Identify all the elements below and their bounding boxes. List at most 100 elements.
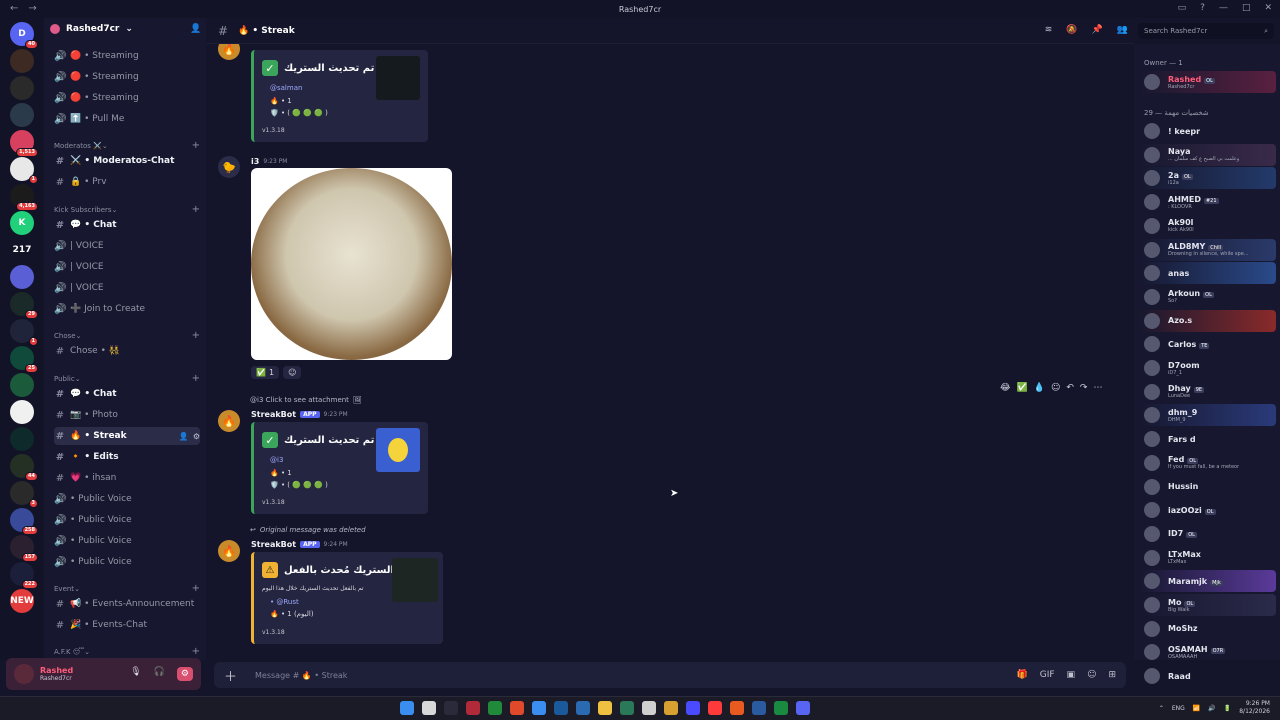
user-mention[interactable]: • @Rust: [270, 598, 299, 606]
apps-icon[interactable]: ⊞: [1108, 670, 1116, 680]
taskbar-app-icon[interactable]: [774, 701, 788, 715]
channel-item[interactable]: 🔊 🔴 • Streaming: [54, 47, 200, 65]
invite-icon[interactable]: 👤: [179, 432, 189, 441]
microphone-icon[interactable]: 🎙: [130, 667, 141, 681]
close-button[interactable]: ✕: [1264, 3, 1272, 13]
message-author[interactable]: i3 9:23 PM: [251, 157, 288, 166]
add-channel-icon[interactable]: +: [192, 330, 200, 341]
taskbar-app-icon[interactable]: [730, 701, 744, 715]
forward-icon[interactable]: ↷: [1080, 383, 1088, 393]
category-moderatos[interactable]: Moderatos ⚔️ ⌄ +: [54, 140, 200, 151]
taskbar-app-icon[interactable]: [686, 701, 700, 715]
guild-header[interactable]: Rashed7cr ⌄ 👤: [50, 24, 201, 34]
taskbar-app-icon[interactable]: [422, 701, 436, 715]
attach-plus-icon[interactable]: ＋: [224, 666, 237, 685]
taskbar-app-icon[interactable]: [488, 701, 502, 715]
taskbar-app-icon[interactable]: [620, 701, 634, 715]
add-channel-icon[interactable]: +: [192, 140, 200, 151]
bot-avatar[interactable]: 🔥: [218, 44, 240, 60]
more-options-icon[interactable]: ⋯: [1093, 383, 1102, 393]
channel-item[interactable]: 🔊 🔴 • Streaming: [54, 89, 200, 107]
settings-gear-icon[interactable]: ⚙: [176, 667, 193, 681]
member-item[interactable]: dhm_9 DHM_9: [1140, 404, 1276, 427]
channel-item[interactable]: # 💬 • Chat: [54, 216, 200, 234]
taskbar-app-icon[interactable]: [796, 701, 810, 715]
server-icon[interactable]: [10, 49, 34, 73]
member-item[interactable]: Azo.s: [1140, 309, 1276, 332]
category-afk[interactable]: A.F.K 😴 ⌄ +: [54, 646, 200, 657]
add-reaction-icon[interactable]: ☺: [1051, 383, 1060, 393]
member-item[interactable]: Ak90l kick Ak90l: [1140, 215, 1276, 237]
member-item[interactable]: Carlos TE: [1140, 333, 1276, 355]
add-friend-icon[interactable]: 👤: [190, 24, 201, 34]
help-icon[interactable]: ?: [1200, 3, 1205, 13]
server-icon[interactable]: 258: [10, 508, 38, 535]
tray-chevron-icon[interactable]: ⌃: [1159, 705, 1164, 712]
server-icon[interactable]: [10, 427, 34, 451]
channel-item[interactable]: 🔊 • Public Voice: [54, 511, 200, 529]
add-channel-icon[interactable]: +: [192, 204, 200, 215]
image-attachment[interactable]: [251, 168, 452, 360]
member-item[interactable]: OSAMAH O7R OSAMAAAH: [1140, 641, 1276, 663]
gif-icon[interactable]: GIF: [1040, 670, 1055, 680]
reply-icon[interactable]: ↶: [1066, 383, 1074, 393]
battery-icon[interactable]: 🔋: [1224, 705, 1231, 712]
channel-item[interactable]: # 🎉 • Events-Chat: [54, 616, 200, 634]
server-icon[interactable]: [10, 103, 34, 127]
taskbar-app-icon[interactable]: [554, 701, 568, 715]
threads-icon[interactable]: ≋: [1045, 25, 1053, 35]
channel-item[interactable]: # 📢 • Events-Announcement: [54, 595, 200, 613]
taskbar-app-icon[interactable]: [444, 701, 458, 715]
member-item[interactable]: ID7 OL: [1140, 523, 1276, 545]
channel-item[interactable]: # 💬 • Chat: [54, 385, 200, 403]
language-indicator[interactable]: ENG: [1172, 705, 1185, 712]
reply-reference[interactable]: @i3 Click to see attachment 🖼: [250, 396, 362, 404]
taskbar-app-icon[interactable]: [708, 701, 722, 715]
member-item[interactable]: iazOOzi OL: [1140, 499, 1276, 521]
server-icon[interactable]: [10, 76, 34, 100]
clock[interactable]: 9:26 PM 8/12/2026: [1239, 700, 1270, 716]
member-item[interactable]: MoShz: [1140, 618, 1276, 640]
taskbar-app-icon[interactable]: [664, 701, 678, 715]
reaction-check[interactable]: ✅ 1: [251, 366, 280, 379]
add-channel-icon[interactable]: +: [192, 373, 200, 384]
server-icon[interactable]: 3: [10, 481, 38, 508]
bot-avatar[interactable]: 🔥: [218, 540, 240, 562]
reply-reference[interactable]: ↩ Original message was deleted: [250, 526, 366, 534]
member-item[interactable]: Arkoun OL So?: [1140, 286, 1276, 308]
member-item[interactable]: 2a OL i12a: [1140, 167, 1276, 190]
category-public[interactable]: Public ⌄ +: [54, 373, 200, 384]
member-item[interactable]: anas: [1140, 262, 1276, 285]
pin-icon[interactable]: 📌: [1092, 25, 1103, 35]
server-icon[interactable]: 157: [10, 535, 38, 562]
add-channel-icon[interactable]: +: [192, 583, 200, 594]
category-event[interactable]: Event ⌄ +: [54, 583, 200, 594]
channel-item[interactable]: 🔊 | VOICE: [54, 237, 200, 255]
member-item[interactable]: AHMED #21: KLOOVR: [1140, 191, 1276, 213]
user-mention[interactable]: @salman: [270, 84, 302, 92]
member-item[interactable]: D7oom iD7_1: [1140, 357, 1276, 379]
channel-item[interactable]: 🔊 | VOICE: [54, 258, 200, 276]
taskbar-app-icon[interactable]: [598, 701, 612, 715]
member-item[interactable]: ALD8MY Chill Drowning in silence, while sp…: [1140, 238, 1276, 261]
server-icon[interactable]: 1: [10, 157, 38, 184]
member-list-icon[interactable]: 👥: [1117, 25, 1128, 35]
channel-item[interactable]: # 📷 • Photo: [54, 406, 200, 424]
taskbar-app-icon[interactable]: [642, 701, 656, 715]
server-icon[interactable]: 1: [10, 319, 38, 346]
inbox-icon[interactable]: ▭: [1178, 3, 1187, 13]
volume-icon[interactable]: 🔊: [1208, 705, 1215, 712]
emoji-picker-icon[interactable]: ☺: [1087, 670, 1096, 680]
search-input[interactable]: Search Rashed7cr ⌕: [1138, 23, 1274, 39]
server-icon[interactable]: 29: [10, 292, 38, 319]
member-item[interactable]: LTxMax LTxMax: [1140, 547, 1276, 569]
server-icon[interactable]: [10, 265, 34, 289]
server-icon[interactable]: 217: [10, 238, 34, 262]
channel-item[interactable]: # ⚔️ • Moderatos-Chat: [54, 152, 200, 170]
server-icon[interactable]: K: [10, 211, 34, 235]
sticker-icon[interactable]: ▣: [1067, 670, 1076, 680]
embed-thumbnail[interactable]: [376, 428, 420, 472]
channel-item[interactable]: # 🔥 • Streak 👤 ⚙: [54, 427, 200, 445]
server-icon[interactable]: D 40: [10, 22, 38, 49]
drop-reaction-icon[interactable]: 💧: [1034, 383, 1045, 393]
